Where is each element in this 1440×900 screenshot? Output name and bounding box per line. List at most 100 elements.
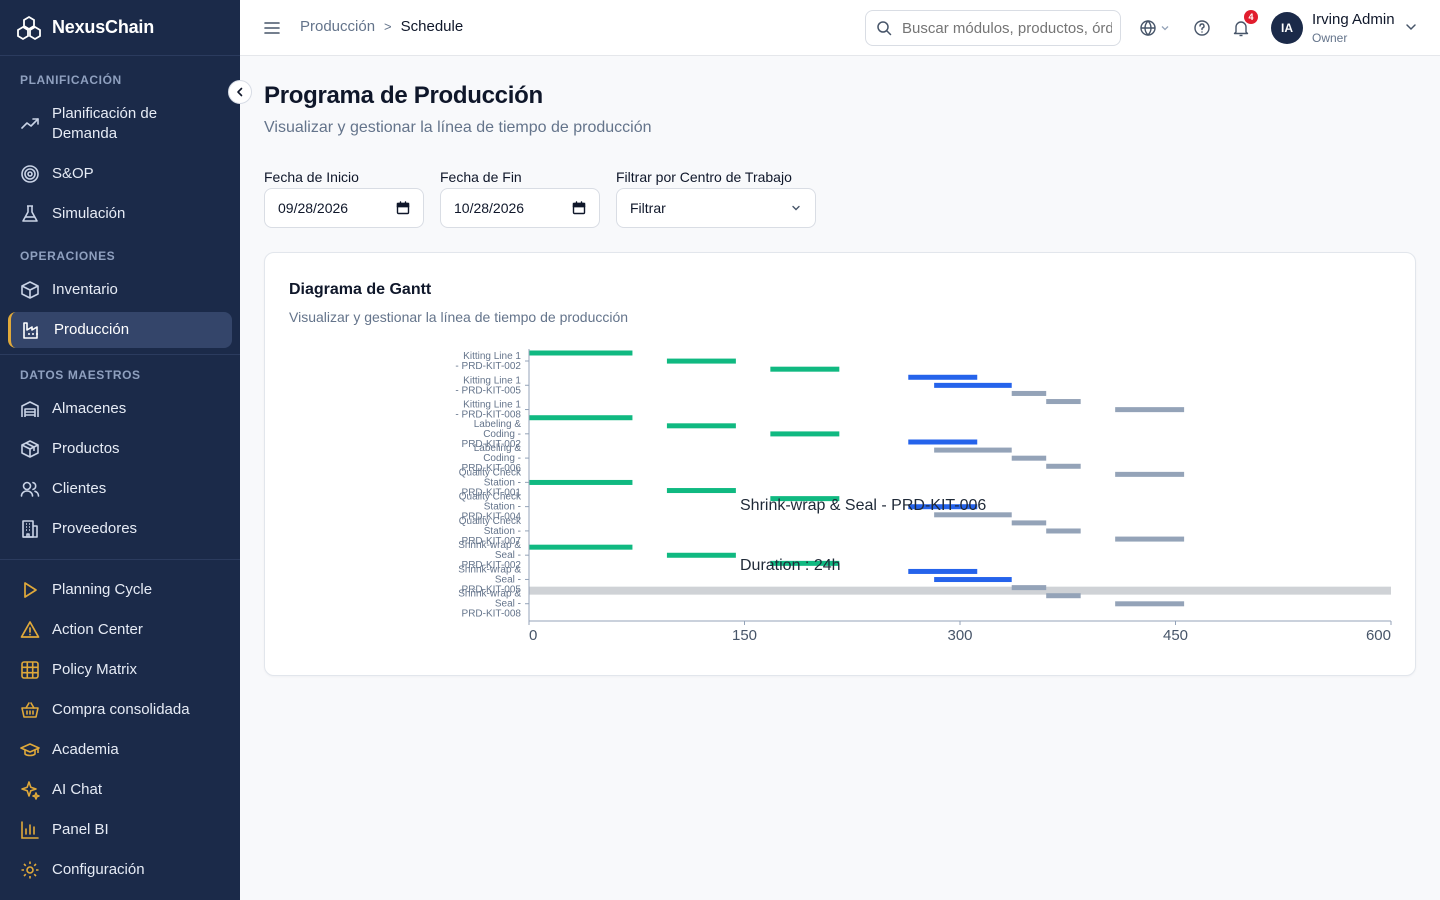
tooltip-name: Shrink-wrap & Seal - PRD-KIT-006 [740,497,986,514]
breadcrumb: Producción > Schedule [300,18,463,35]
warehouse-icon [20,399,40,419]
breadcrumb-parent[interactable]: Producción [300,18,375,35]
x-tick-label: 150 [732,627,757,644]
sidebar-item-label: Compra consolidada [52,701,190,718]
gantt-bar[interactable] [666,358,736,364]
sidebar-item-planning-cycle[interactable]: Planning Cycle [8,576,232,604]
y-category-label: Kitting Line 1- PRD-KIT-002 [455,351,521,372]
gantt-bar[interactable] [934,447,1012,453]
brand-logo-icon [17,15,41,40]
gantt-bar[interactable] [529,415,633,421]
factory-icon [22,320,42,340]
gantt-bar[interactable] [529,544,633,550]
section-planning: PLANIFICACIÓN [20,73,122,87]
sidebar-item-simulation[interactable]: Simulación [8,200,232,228]
search-input[interactable] [902,19,1112,37]
gantt-bar[interactable] [1046,593,1081,599]
gantt-bar[interactable] [1115,471,1185,477]
user-name[interactable]: Irving Admin [1312,11,1395,28]
sidebar-item-settings[interactable]: Configuración [8,856,232,884]
sidebar-item-label: Clientes [52,480,107,497]
hover-highlight-band [529,586,1391,595]
gantt-bar[interactable] [1011,585,1047,591]
grid-icon [20,660,40,680]
x-tick-label: 0 [529,627,537,644]
sidebar-item-label: Almacenes [52,400,127,417]
chevron-down-icon[interactable] [1404,20,1418,34]
gantt-bar[interactable] [770,431,840,437]
search-box[interactable] [865,10,1121,46]
chevron-left-icon [237,87,243,97]
gantt-bar[interactable] [908,374,978,380]
help-circle-icon [1194,20,1210,36]
gantt-bar[interactable] [1115,407,1185,413]
breadcrumb-current: Schedule [400,18,464,35]
gantt-bar[interactable] [666,552,736,558]
gantt-bar[interactable] [529,479,633,485]
gantt-bar[interactable] [1115,536,1185,542]
sidebar-item-label: Inventario [52,281,118,298]
user-role: Owner [1312,31,1348,45]
sidebar-item-sop[interactable]: S&OP [8,160,232,188]
search-icon [877,21,892,36]
sidebar-item-warehouses[interactable]: Almacenes [8,395,232,423]
sidebar-item-suppliers[interactable]: Proveedores [8,515,232,543]
gantt-bar[interactable] [908,439,978,445]
gantt-bar[interactable] [934,577,1012,583]
sidebar-item-customers[interactable]: Clientes [8,475,232,503]
gantt-bar[interactable] [1046,399,1081,405]
sidebar-item-bi-panel[interactable]: Panel BI [8,816,232,844]
start-date-input[interactable]: 09/28/2026 [264,188,424,228]
flask-icon [20,204,40,224]
y-category-label: Kitting Line 1- PRD-KIT-008 [455,400,521,421]
page-subtitle: Visualizar y gestionar la línea de tiemp… [264,119,652,136]
gantt-bar[interactable] [1046,463,1081,469]
gantt-bar[interactable] [666,488,736,494]
gantt-bar[interactable] [1011,455,1047,461]
gantt-bar[interactable] [934,382,1012,388]
gear-icon [20,860,40,880]
sidebar-item-products[interactable]: Productos [8,435,232,463]
sidebar-item-label: Productos [52,440,120,457]
gantt-bar[interactable] [529,350,633,356]
graduation-cap-icon [20,740,40,760]
gantt-bar[interactable] [1011,520,1047,526]
gantt-bar[interactable] [908,568,978,574]
calendar-icon[interactable] [572,201,586,215]
sidebar-item-demand-planning[interactable]: Planificación de Demanda [8,103,232,145]
language-selector[interactable] [1137,18,1171,38]
collapse-sidebar-button[interactable] [228,80,252,104]
sidebar-item-ai-chat[interactable]: AI Chat [8,776,232,804]
avatar[interactable]: IA [1271,12,1303,44]
sidebar-item-academy[interactable]: Academia [8,736,232,764]
y-category-label: Kitting Line 1- PRD-KIT-005 [455,375,521,396]
sidebar-item-action-center[interactable]: Action Center [8,616,232,644]
sidebar-item-label: Academia [52,741,119,758]
end-date-input[interactable]: 10/28/2026 [440,188,600,228]
sidebar-item-label: Configuración [52,861,145,878]
alert-triangle-icon [20,620,40,640]
bar-chart-icon [20,820,40,840]
gantt-bar[interactable] [666,423,736,429]
globe-icon [1139,20,1156,36]
gantt-bar[interactable] [1046,528,1081,534]
building-icon [20,519,40,539]
sidebar-item-consolidated-purchase[interactable]: Compra consolidada [8,696,232,724]
sidebar-divider [0,354,240,355]
x-tick-label: 600 [1366,627,1391,644]
work-center-select[interactable]: Filtrar [616,188,816,228]
target-icon [20,164,40,184]
sidebar-item-production[interactable]: Producción [8,312,232,348]
gantt-chart[interactable]: 0 150 300 450 600 Kitting Line 1- PRD-KIT-002… [265,253,1415,675]
menu-icon[interactable] [262,18,282,38]
gantt-bar[interactable] [1115,601,1185,607]
sidebar-item-policy-matrix[interactable]: Policy Matrix [8,656,232,684]
chevron-down-icon [792,205,800,211]
gantt-bar[interactable] [770,366,840,372]
end-date-value: 10/28/2026 [454,200,525,216]
help-button[interactable] [1192,18,1212,38]
brand[interactable]: NexusChain [0,0,240,56]
sidebar-item-inventory[interactable]: Inventario [8,276,232,304]
calendar-icon[interactable] [396,201,410,215]
gantt-bar[interactable] [1011,390,1047,396]
